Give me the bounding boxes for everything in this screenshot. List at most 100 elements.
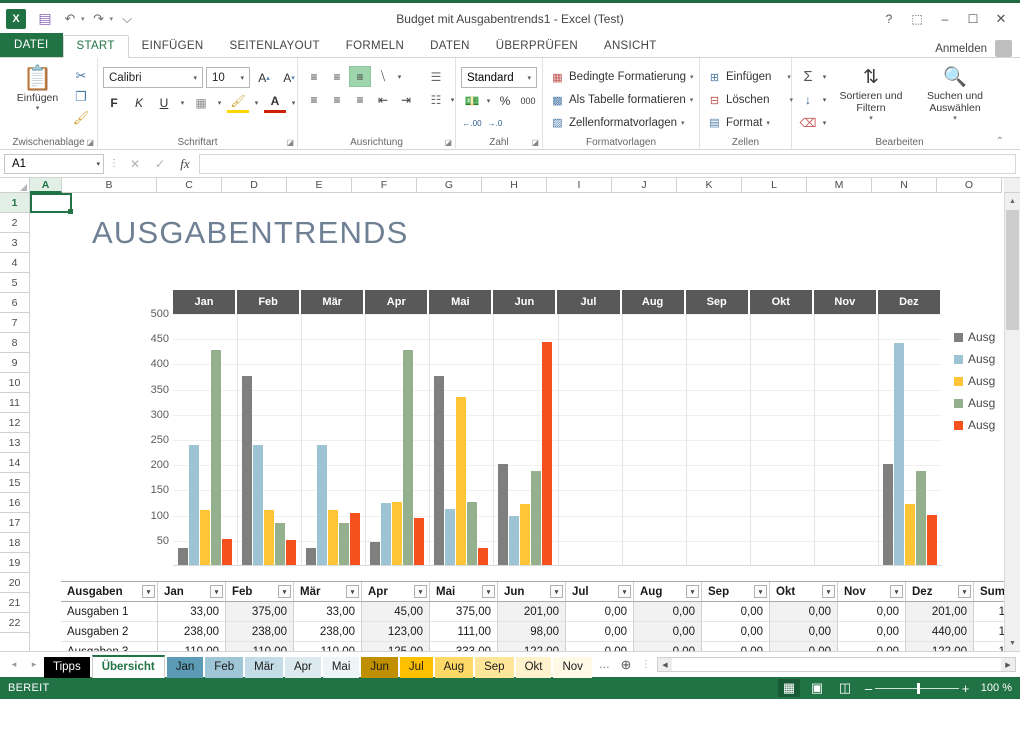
chart-bar[interactable] <box>882 463 893 565</box>
row-header-7[interactable]: 7 <box>0 313 29 333</box>
filter-dropdown-icon[interactable]: ▾ <box>822 585 835 598</box>
tab-formeln[interactable]: FORMELN <box>333 36 417 57</box>
restore-icon[interactable]: ☐ <box>960 7 986 31</box>
cell-styles-button[interactable]: ▨ Zellenformatvorlagen ▾ <box>548 111 684 134</box>
format-as-table-button[interactable]: ▩ Als Tabelle formatieren ▾ <box>548 89 693 112</box>
merge-center-icon[interactable]: ☷ <box>425 89 447 110</box>
font-color-dropdown-icon[interactable]: ▾ <box>289 99 298 107</box>
filter-dropdown-icon[interactable]: ▾ <box>686 585 699 598</box>
clipboard-dialog-launcher-icon[interactable]: ◪ <box>86 138 94 147</box>
font-name-dropdown-icon[interactable]: ▾ <box>190 74 200 82</box>
expenses-chart[interactable]: Jan Feb Mär Apr Mai Jun Jul Aug Sep Okt Nov Dez 50 1… <box>142 290 995 574</box>
insert-cells-button[interactable]: ⊞ Einfügen ▾ <box>705 66 791 89</box>
sheet-tab-jan[interactable]: Jan <box>166 656 204 678</box>
sheet-tab-nov[interactable]: Nov <box>553 656 592 678</box>
select-all-corner[interactable] <box>0 178 30 193</box>
chart-bar[interactable] <box>253 445 264 565</box>
italic-button[interactable]: K <box>128 92 150 113</box>
column-header-l[interactable]: L <box>742 178 807 193</box>
filter-dropdown-icon[interactable]: ▾ <box>482 585 495 598</box>
column-header-i[interactable]: I <box>547 178 612 193</box>
align-center-button[interactable]: ≡ <box>326 89 348 110</box>
paste-button[interactable]: 📋 Einfügen ▾ <box>5 62 70 113</box>
table-column-header[interactable]: Ausgaben ▾ <box>61 582 158 602</box>
chart-bar[interactable] <box>211 350 222 565</box>
chart-bar[interactable] <box>370 542 381 565</box>
chart-bar[interactable] <box>403 350 414 565</box>
chart-bar[interactable] <box>893 343 904 565</box>
row-header-1[interactable]: 1 <box>0 193 29 213</box>
filter-dropdown-icon[interactable]: ▾ <box>278 585 291 598</box>
table-column-header[interactable]: Okt ▾ <box>770 582 838 602</box>
orientation-dropdown-icon[interactable]: ▾ <box>395 73 404 81</box>
sheet-tab-tipps[interactable]: Tipps <box>44 656 90 678</box>
column-header-a[interactable]: A <box>30 178 62 193</box>
chart-bar[interactable] <box>904 503 915 565</box>
chart-bar[interactable] <box>445 509 456 565</box>
decrease-font-size-icon[interactable]: A ▾ <box>278 67 300 88</box>
tab-einfuegen[interactable]: EINFÜGEN <box>129 36 217 57</box>
sheet-tab-aug[interactable]: Aug <box>434 656 474 678</box>
row-header-14[interactable]: 14 <box>0 453 29 473</box>
chart-bar[interactable] <box>915 470 926 565</box>
font-size-dropdown-icon[interactable]: ▾ <box>237 74 247 82</box>
find-select-button[interactable]: 🔍 Suchen und Auswählen ▾ <box>913 62 997 122</box>
expenses-data-table[interactable]: Ausgaben ▾ Jan ▾ Feb ▾ Mär ▾ Apr ▾ Mai ▾ Jun ▾ Jul ▾ Aug… <box>61 581 1004 651</box>
copy-icon[interactable]: ❐ <box>70 87 92 107</box>
table-column-header[interactable]: Nov ▾ <box>838 582 906 602</box>
chart-bar[interactable] <box>306 548 317 565</box>
page-layout-view-button[interactable]: ▣ <box>806 679 828 697</box>
table-column-header[interactable]: Feb ▾ <box>226 582 294 602</box>
vertical-scrollbar[interactable]: ▲ ▼ <box>1004 193 1020 651</box>
chart-bar[interactable] <box>328 509 339 565</box>
accounting-dropdown-icon[interactable]: ▾ <box>484 97 493 105</box>
fill-color-icon[interactable]: 🖌 <box>227 92 249 113</box>
fill-color-dropdown-icon[interactable]: ▾ <box>252 99 261 107</box>
zoom-slider[interactable]: – + <box>862 681 972 696</box>
zoom-in-button[interactable]: + <box>959 681 972 696</box>
chart-bar[interactable] <box>542 341 553 565</box>
row-header-5[interactable]: 5 <box>0 273 29 293</box>
cancel-icon[interactable]: ✕ <box>124 154 146 174</box>
fill-icon[interactable]: ↓ <box>797 89 819 110</box>
chart-bar-group-apr[interactable] <box>365 313 429 565</box>
chart-bar-group-jun[interactable] <box>493 313 557 565</box>
table-column-header[interactable]: Apr ▾ <box>362 582 430 602</box>
orientation-icon[interactable]: ⧹ <box>372 66 394 87</box>
font-size-input[interactable]: 10 ▾ <box>206 67 250 88</box>
chart-bar[interactable] <box>242 376 253 565</box>
table-column-header[interactable]: Mai ▾ <box>430 582 498 602</box>
chart-bar-group-sep[interactable] <box>686 313 750 565</box>
column-header-f[interactable]: F <box>352 178 417 193</box>
chart-bar[interactable] <box>178 548 189 565</box>
fill-dropdown-icon[interactable]: ▾ <box>820 96 829 104</box>
delete-cells-button[interactable]: ⊟ Löschen ▾ <box>705 89 793 112</box>
column-header-o[interactable]: O <box>937 178 1002 193</box>
percent-format-button[interactable]: % <box>494 90 516 111</box>
sheet-more-icon[interactable]: ⋮ <box>637 659 655 670</box>
avatar[interactable] <box>995 40 1012 57</box>
row-header-18[interactable]: 18 <box>0 533 29 553</box>
align-bottom-button[interactable]: ≡ <box>349 66 371 87</box>
scroll-up-icon[interactable]: ▲ <box>1005 193 1020 209</box>
chart-bar[interactable] <box>189 445 200 565</box>
close-icon[interactable]: ✕ <box>988 7 1014 31</box>
scroll-left-icon[interactable]: ◀ <box>657 658 672 671</box>
active-cell-cursor[interactable] <box>30 193 73 214</box>
chart-bar-group-aug[interactable] <box>622 313 686 565</box>
clear-dropdown-icon[interactable]: ▾ <box>820 119 829 127</box>
chart-bar[interactable] <box>434 376 445 565</box>
chart-bar[interactable] <box>414 518 425 565</box>
table-column-header[interactable]: Jan ▾ <box>158 582 226 602</box>
chart-bar-group-nov[interactable] <box>814 313 878 565</box>
formula-input[interactable] <box>199 153 1016 174</box>
filter-dropdown-icon[interactable]: ▾ <box>414 585 427 598</box>
horizontal-scroll-track[interactable] <box>671 658 1001 671</box>
redo-dropdown-icon[interactable]: ▾ <box>110 15 114 23</box>
table-column-header[interactable]: Dez ▾ <box>906 582 974 602</box>
row-header-20[interactable]: 20 <box>0 573 29 593</box>
filter-dropdown-icon[interactable]: ▾ <box>754 585 767 598</box>
sheet-canvas[interactable]: AUSGABENTRENDS Jan Feb Mär Apr Mai Jun Jul Aug S… <box>30 193 1004 651</box>
chart-bar[interactable] <box>456 397 467 565</box>
filter-dropdown-icon[interactable]: ▾ <box>346 585 359 598</box>
